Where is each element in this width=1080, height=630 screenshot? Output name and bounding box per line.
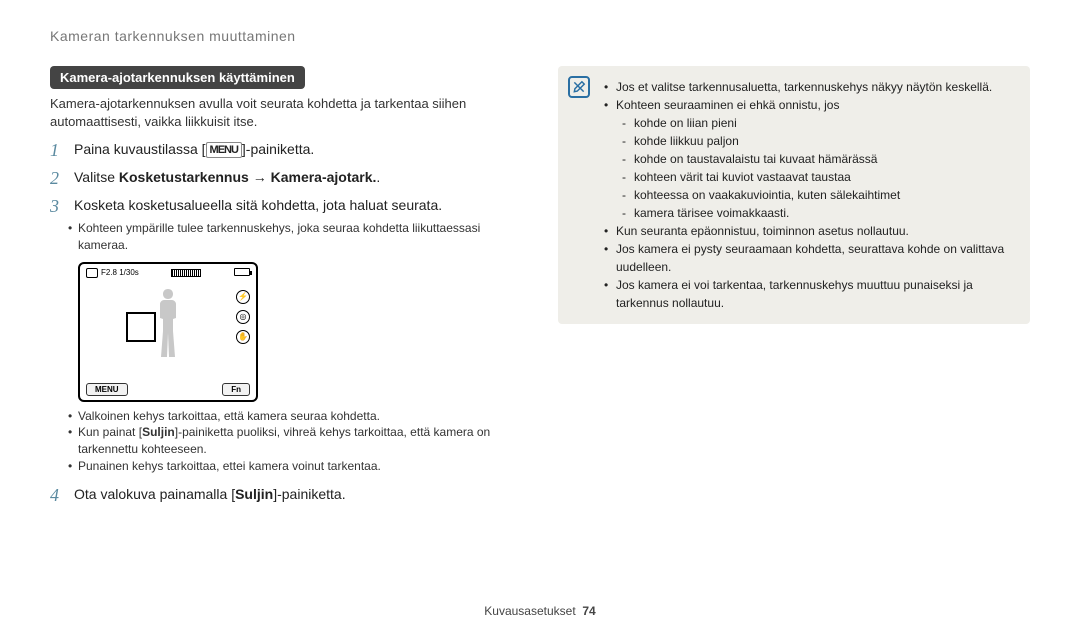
step-3-sublist: Kohteen ympärille tulee tarkennuskehys, … bbox=[78, 220, 522, 254]
step-1: 1 Paina kuvaustilassa [MENU]-painiketta. bbox=[50, 140, 522, 160]
fn-b-bold: Suljin bbox=[142, 425, 175, 439]
camera-side-icons: ⚡ ◎ ✋ bbox=[236, 290, 250, 344]
camera-menu-button[interactable]: MENU bbox=[86, 383, 128, 396]
step-number: 4 bbox=[50, 485, 64, 505]
step-1-post: ]-painiketta. bbox=[242, 141, 314, 157]
note-list: Jos et valitse tarkennusaluetta, tarkenn… bbox=[604, 78, 1016, 312]
step-text: Kosketa kosketusalueella sitä kohdetta, … bbox=[74, 196, 442, 216]
list-item: Jos kamera ei voi tarkentaa, tarkennuske… bbox=[604, 276, 1016, 312]
step-4-post: ]-painiketta. bbox=[273, 486, 345, 502]
step-4: 4 Ota valokuva painamalla [Suljin]-paini… bbox=[50, 485, 522, 505]
right-column: Jos et valitse tarkennusaluetta, tarkenn… bbox=[558, 66, 1030, 505]
step-4-bold: Suljin bbox=[235, 486, 273, 502]
arrow-icon: → bbox=[249, 169, 271, 185]
list-item: Punainen kehys tarkoittaa, ettei kamera … bbox=[78, 458, 522, 475]
mode-icon bbox=[86, 268, 98, 278]
camera-fstop: F2.8 1/30s bbox=[101, 268, 139, 277]
step-number: 3 bbox=[50, 196, 64, 216]
list-item: kohteessa on vaakakuviointia, kuten säle… bbox=[622, 186, 1016, 204]
camera-preview: F2.8 1/30s ⚡ ◎ ✋ MENU Fn bbox=[78, 262, 258, 402]
frame-notes-list: Valkoinen kehys tarkoittaa, että kamera … bbox=[78, 408, 522, 475]
step-2-pre: Valitse bbox=[74, 169, 119, 185]
note-icon bbox=[568, 76, 590, 98]
page-footer: Kuvausasetukset 74 bbox=[0, 604, 1080, 618]
camera-topbar: F2.8 1/30s bbox=[86, 268, 250, 278]
cam-topbar-right bbox=[234, 268, 250, 278]
camera-fn-button[interactable]: Fn bbox=[222, 383, 250, 396]
step-text: Valitse Kosketustarkennus → Kamera-ajota… bbox=[74, 168, 380, 188]
histogram-icon bbox=[171, 269, 201, 277]
list-item: Valkoinen kehys tarkoittaa, että kamera … bbox=[78, 408, 522, 425]
step-2-bold2: Kamera-ajotark. bbox=[271, 169, 377, 185]
battery-icon bbox=[234, 268, 250, 276]
list-item: kohde on taustavalaistu tai kuvaat hämär… bbox=[622, 150, 1016, 168]
list-item: Kun painat [Suljin]-painiketta puoliksi,… bbox=[78, 424, 522, 458]
intro-text: Kamera-ajotarkennuksen avulla voit seura… bbox=[50, 95, 522, 130]
list-item: kohteen värit tai kuviot vastaavat taust… bbox=[622, 168, 1016, 186]
list-item: kohde liikkuu paljon bbox=[622, 132, 1016, 150]
menu-icon: MENU bbox=[206, 142, 242, 158]
step-text: Paina kuvaustilassa [MENU]-painiketta. bbox=[74, 140, 314, 160]
step-2-post: . bbox=[376, 169, 380, 185]
camera-bottom-bar: MENU Fn bbox=[86, 383, 250, 396]
step-2-bold1: Kosketustarkennus bbox=[119, 169, 249, 185]
list-item: kohde on liian pieni bbox=[622, 114, 1016, 132]
step-1-pre: Paina kuvaustilassa [ bbox=[74, 141, 206, 157]
page-number: 74 bbox=[582, 604, 595, 618]
step-3: 3 Kosketa kosketusalueella sitä kohdetta… bbox=[50, 196, 522, 216]
person-silhouette-icon bbox=[153, 289, 183, 359]
step-text: Ota valokuva painamalla [Suljin]-painike… bbox=[74, 485, 346, 505]
note-sublist: kohde on liian pieni kohde liikkuu paljo… bbox=[622, 114, 1016, 222]
list-item: Kohteen ympärille tulee tarkennuskehys, … bbox=[78, 220, 522, 254]
content-columns: Kamera-ajotarkennuksen käyttäminen Kamer… bbox=[50, 66, 1030, 505]
list-item: Kohteen seuraaminen ei ehkä onnistu, jos… bbox=[604, 96, 1016, 222]
target-icon: ◎ bbox=[236, 310, 250, 324]
note-l2-text: Kohteen seuraaminen ei ehkä onnistu, jos bbox=[616, 98, 839, 112]
step-2: 2 Valitse Kosketustarkennus → Kamera-ajo… bbox=[50, 168, 522, 188]
list-item: kamera tärisee voimakkaasti. bbox=[622, 204, 1016, 222]
step-4-pre: Ota valokuva painamalla [ bbox=[74, 486, 235, 502]
stabilize-icon: ✋ bbox=[236, 330, 250, 344]
step-number: 2 bbox=[50, 168, 64, 188]
list-item: Kun seuranta epäonnistuu, toiminnon aset… bbox=[604, 222, 1016, 240]
step-number: 1 bbox=[50, 140, 64, 160]
section-title: Kamera-ajotarkennuksen käyttäminen bbox=[50, 66, 305, 89]
cam-topbar-left: F2.8 1/30s bbox=[86, 268, 139, 278]
fn-b-pre: Kun painat [ bbox=[78, 425, 142, 439]
footer-label: Kuvausasetukset bbox=[484, 604, 575, 618]
page-header: Kameran tarkennuksen muuttaminen bbox=[50, 28, 1030, 44]
left-column: Kamera-ajotarkennuksen käyttäminen Kamer… bbox=[50, 66, 522, 505]
list-item: Jos et valitse tarkennusaluetta, tarkenn… bbox=[604, 78, 1016, 96]
focus-box-icon bbox=[126, 312, 156, 342]
note-box: Jos et valitse tarkennusaluetta, tarkenn… bbox=[558, 66, 1030, 324]
list-item: Jos kamera ei pysty seuraamaan kohdetta,… bbox=[604, 240, 1016, 276]
flash-icon: ⚡ bbox=[236, 290, 250, 304]
